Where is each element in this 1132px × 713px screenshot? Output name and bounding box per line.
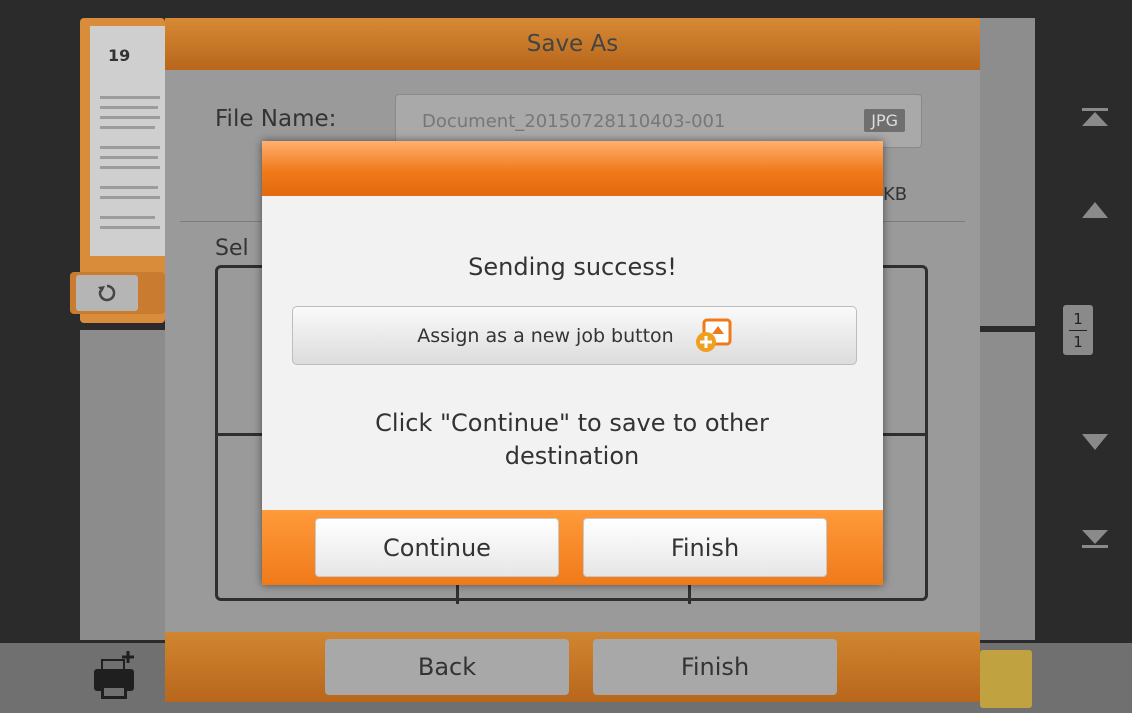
continue-instructions: Click "Continue" to save to other destin… xyxy=(375,409,769,470)
scroll-top-icon[interactable] xyxy=(1082,108,1108,128)
assign-button-label: Assign as a new job button xyxy=(417,324,674,347)
printer-add-icon[interactable] xyxy=(88,649,140,703)
thumbnail-list-area xyxy=(80,330,165,640)
thumbnail-page-number: 19 xyxy=(108,46,131,65)
file-format-badge: JPG xyxy=(864,109,905,132)
save-as-title: Save As xyxy=(165,18,980,70)
file-name-label: File Name: xyxy=(215,106,337,132)
bottom-right-tile[interactable] xyxy=(980,650,1032,708)
back-button[interactable]: Back xyxy=(325,639,569,695)
sending-success-dialog: Sending success! Assign as a new job but… xyxy=(262,141,883,585)
success-message: Sending success! xyxy=(468,253,677,281)
total-pages: 1 xyxy=(1073,332,1083,351)
scroll-down-icon[interactable] xyxy=(1082,432,1108,452)
assign-job-icon xyxy=(695,318,732,352)
rotate-icon xyxy=(98,284,116,302)
file-name-value: Document_20150728110403-001 xyxy=(422,111,726,132)
continue-button[interactable]: Continue xyxy=(315,518,559,577)
dialog-header xyxy=(262,141,883,196)
dialog-footer: Continue Finish xyxy=(262,510,883,585)
scroll-bottom-icon[interactable] xyxy=(1082,528,1108,548)
side-strip xyxy=(980,18,1035,326)
scroll-up-icon[interactable] xyxy=(1082,200,1108,220)
select-destination-label: Sel xyxy=(215,236,249,261)
side-strip xyxy=(980,332,1035,640)
assign-new-job-button[interactable]: Assign as a new job button xyxy=(292,306,857,365)
finish-button[interactable]: Finish xyxy=(583,518,827,577)
finish-button-background[interactable]: Finish xyxy=(593,639,837,695)
thumbnail-panel: 19 xyxy=(70,18,180,323)
rotate-button[interactable] xyxy=(76,275,138,311)
screen: 19 Save As File Name: Document_201507281… xyxy=(0,0,1132,713)
dialog-button-bar: Back Finish xyxy=(165,632,980,702)
file-size-unit: KB xyxy=(883,184,908,205)
current-page: 1 xyxy=(1073,309,1083,328)
page-indicator: 1 1 xyxy=(1063,305,1093,355)
file-name-input[interactable]: Document_20150728110403-001 JPG xyxy=(395,94,922,148)
thumbnail-toolbar xyxy=(70,272,165,314)
